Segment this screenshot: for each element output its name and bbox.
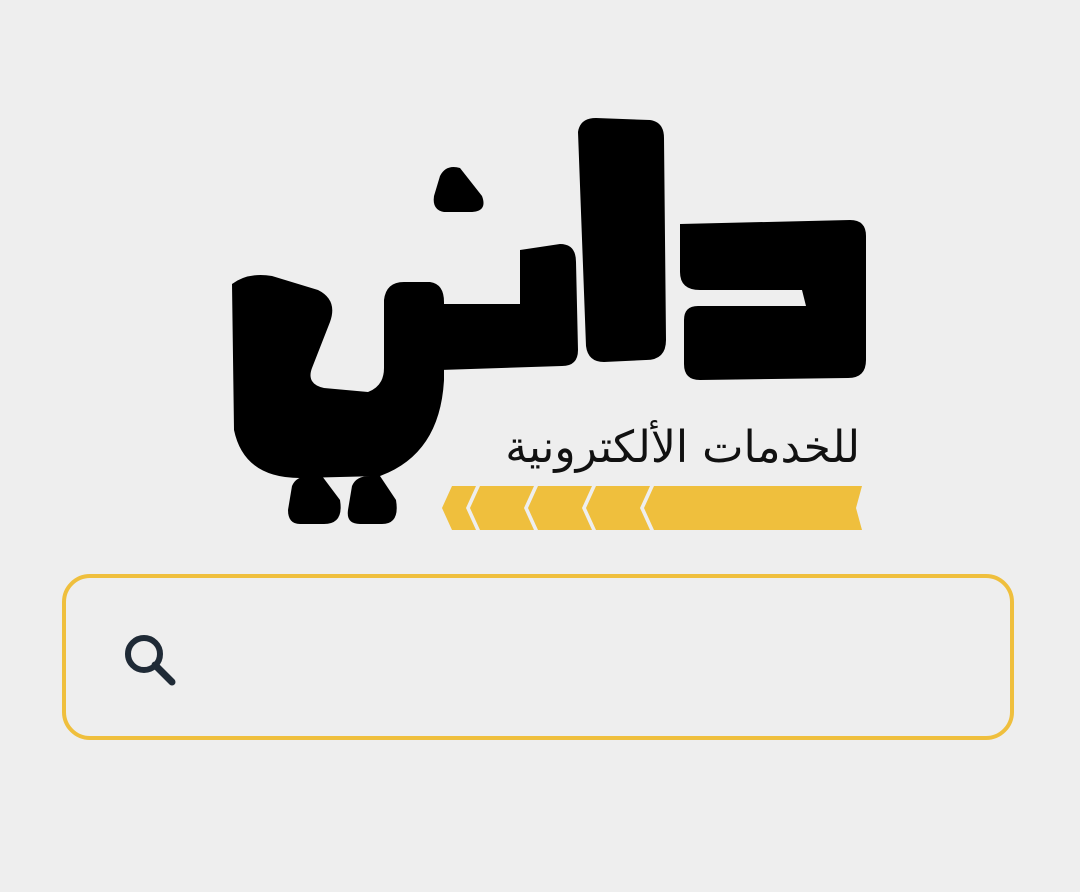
logo-arrow-bar [442, 486, 862, 530]
search-icon[interactable] [120, 630, 180, 690]
search-bar[interactable] [62, 574, 1014, 740]
search-input[interactable] [206, 618, 970, 700]
logo-tagline: للخدمات الألكترونية [505, 422, 860, 473]
page: للخدمات الألكترونية [0, 0, 1080, 892]
